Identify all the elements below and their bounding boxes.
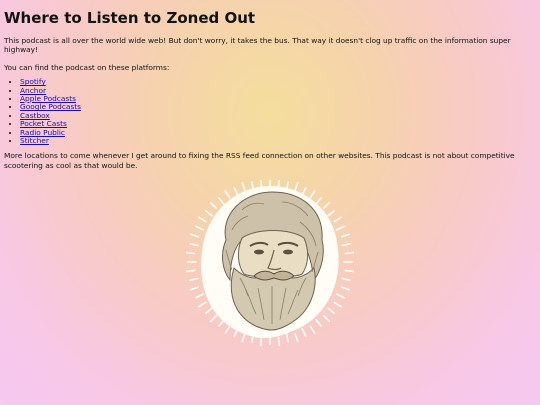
page-content: Where to Listen to Zoned Out This podcas… (4, 0, 536, 170)
sunburst-ray (333, 216, 342, 223)
sunburst-ray (315, 197, 322, 205)
sunburst-ray (309, 325, 316, 334)
eye-right (283, 249, 293, 255)
sunburst-ray (205, 307, 213, 314)
sunburst-ray (327, 307, 335, 314)
sunburst-ray (301, 327, 307, 337)
more-locations-paragraph: More locations to come whenever I get ar… (4, 151, 515, 170)
platform-list: Spotify Anchor Apple Podcasts Google Pod… (4, 78, 536, 145)
sunburst-ray (259, 180, 263, 188)
sunburst-ray (218, 197, 225, 205)
sunburst-ray (241, 181, 246, 192)
bearded-man-portrait-image (186, 180, 354, 347)
sunburst-ray (259, 336, 263, 347)
eye-left (254, 249, 264, 255)
list-item: Pocket Casts (20, 120, 536, 128)
sunburst-ray (186, 251, 196, 255)
sunburst-ray (209, 314, 218, 323)
list-item: Radio Public (20, 128, 536, 137)
sunburst-ray (277, 336, 281, 347)
sunburst-ray (241, 332, 246, 343)
sunburst-ray (233, 187, 239, 197)
sunburst-ray (294, 332, 299, 343)
sunburst-ray (341, 242, 351, 247)
list-item: Google Podcasts (20, 103, 536, 111)
sunburst-ray (198, 216, 207, 223)
platforms-intro: You can find the podcast on these platfo… (4, 62, 170, 72)
page-title: Where to Listen to Zoned Out (4, 9, 256, 27)
sunburst-ray (198, 301, 207, 308)
sunburst-ray (333, 301, 342, 308)
list-item: Spotify (20, 78, 536, 86)
list-item: Apple Podcasts (20, 94, 536, 103)
list-item: Stitcher (20, 136, 536, 145)
sunburst-ray (322, 201, 331, 210)
sunburst-ray (205, 210, 213, 217)
list-item: Anchor (20, 86, 536, 95)
sunburst-ray (322, 314, 331, 323)
list-item: Castbox (20, 111, 536, 120)
sunburst-ray (335, 225, 345, 231)
sunburst-ray (186, 269, 196, 273)
intro-paragraph: This podcast is all over the world wide … (4, 36, 511, 55)
platform-link-stitcher[interactable]: Stitcher (20, 136, 49, 145)
sunburst-ray (224, 325, 231, 334)
sunburst-ray (341, 277, 351, 281)
sunburst-ray (340, 286, 351, 291)
sunburst-ray (195, 293, 205, 299)
sunburst-ray (224, 190, 231, 199)
sunburst-ray (189, 233, 200, 238)
sunburst-ray (294, 181, 299, 192)
sunburst-ray (344, 251, 354, 255)
sunburst-ray (285, 333, 289, 343)
sunburst-ray (189, 286, 200, 291)
sunburst-ray (189, 242, 199, 247)
sunburst-ray (309, 190, 316, 199)
sunburst-ray (327, 210, 335, 217)
sunburst-ray (195, 225, 205, 231)
sunburst-ray (209, 201, 218, 210)
sunburst-ray (277, 180, 281, 188)
sunburst-ray (344, 269, 354, 273)
sunburst-ray (315, 319, 322, 327)
sunburst-ray (340, 233, 351, 238)
sunburst-ray (189, 277, 199, 281)
sunburst-ray (335, 293, 345, 299)
